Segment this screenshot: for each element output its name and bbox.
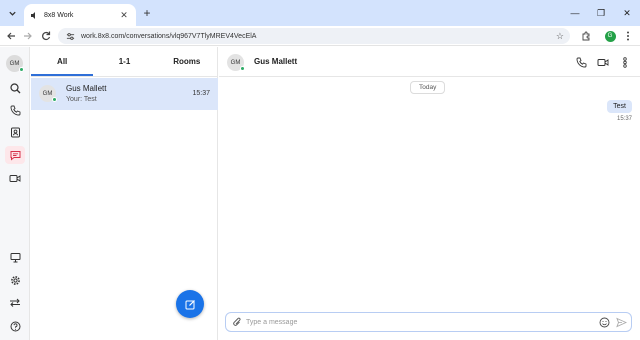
rail-messages[interactable]	[5, 146, 25, 164]
conversation-time: 15:37	[192, 90, 210, 97]
bookmark-star-icon[interactable]: ☆	[556, 31, 564, 42]
message-text: Test	[613, 103, 626, 110]
conversation-item[interactable]: GM Gus Mallett Your: Test 15:37	[31, 78, 218, 110]
rail-desktop-app[interactable]	[5, 248, 25, 266]
audio-icon	[30, 10, 38, 20]
close-tab-icon[interactable]: ✕	[118, 10, 130, 21]
video-icon	[597, 58, 609, 66]
user-avatar[interactable]: GM	[6, 55, 24, 72]
search-icon	[9, 82, 20, 93]
new-conversation-button[interactable]	[176, 290, 204, 318]
switch-icon	[10, 298, 20, 307]
puzzle-icon	[582, 31, 590, 41]
new-tab-button[interactable]: +	[140, 5, 154, 21]
chat-header: GM Gus Mallett	[219, 47, 640, 77]
url-text[interactable]: work.8x8.com/conversations/vlq967V7TlyMR…	[81, 33, 556, 40]
tab-one-to-one[interactable]: 1-1	[93, 47, 155, 76]
send-icon	[616, 317, 627, 328]
attach-button[interactable]	[230, 316, 243, 329]
presence-indicator	[19, 67, 24, 72]
more-vertical-icon	[627, 31, 629, 41]
contact-avatar[interactable]: GM	[227, 54, 245, 71]
send-button[interactable]	[615, 316, 628, 329]
conversation-preview: Your: Test	[66, 96, 97, 103]
rail-calls[interactable]	[5, 101, 25, 119]
rail-search[interactable]	[5, 79, 25, 97]
help-icon	[10, 321, 20, 331]
profile-avatar: G	[604, 30, 616, 42]
conversation-list-panel: All 1-1 Rooms GM Gus Mallett Your: Test …	[31, 47, 218, 340]
rail-switch[interactable]	[5, 293, 25, 311]
emoji-button[interactable]	[598, 316, 611, 329]
browser-toolbar: work.8x8.com/conversations/vlq967V7TlyMR…	[0, 26, 640, 46]
conversation-filter-tabs: All 1-1 Rooms	[31, 47, 218, 77]
close-window-button[interactable]: ✕	[614, 0, 640, 26]
phone-icon	[576, 57, 586, 67]
date-divider: Today	[410, 81, 446, 94]
presence-indicator	[240, 66, 245, 71]
gear-icon	[10, 275, 20, 285]
contact-avatar-initials: GM	[230, 59, 241, 66]
tab-search-button[interactable]	[4, 5, 20, 21]
reload-button[interactable]	[38, 28, 54, 44]
arrow-left-icon	[7, 32, 15, 40]
restore-button[interactable]: ❐	[588, 0, 614, 26]
minimize-icon: —	[570, 8, 580, 18]
close-icon: ✕	[623, 7, 631, 18]
browser-tab-bar: 8x8 Work ✕ + — ❐ ✕	[0, 0, 640, 26]
minimize-button[interactable]: —	[562, 0, 588, 26]
forward-button[interactable]	[20, 28, 36, 44]
call-button[interactable]	[574, 55, 588, 69]
presence-indicator	[52, 97, 57, 102]
message-composer	[225, 312, 632, 332]
tab-title: 8x8 Work	[44, 11, 74, 19]
contacts-icon	[10, 127, 20, 137]
back-button[interactable]	[3, 28, 19, 44]
site-info-icon[interactable]	[64, 30, 76, 42]
emoji-icon	[599, 317, 610, 328]
user-avatar-initials: GM	[9, 60, 20, 67]
more-options-button[interactable]	[618, 55, 632, 69]
app-8x8-work: GM All 1-1 Rooms GM Gus Mallett Your: Te…	[0, 47, 640, 340]
compose-icon	[185, 299, 195, 309]
chat-panel: GM Gus Mallett Today Test 15:37	[219, 47, 640, 340]
more-vertical-icon	[623, 56, 627, 68]
contact-name[interactable]: Gus Mallett	[254, 57, 297, 66]
browser-tab[interactable]: 8x8 Work ✕	[24, 4, 136, 26]
arrow-right-icon	[24, 32, 32, 40]
reload-icon	[42, 31, 51, 41]
profile-button[interactable]: G	[602, 28, 618, 44]
rail-settings[interactable]	[5, 271, 25, 289]
browser-menu-button[interactable]	[620, 28, 636, 44]
tab-all[interactable]: All	[31, 47, 94, 76]
nav-rail: GM	[0, 47, 30, 340]
plus-icon: +	[143, 6, 151, 20]
extensions-button[interactable]	[578, 28, 594, 44]
tab-rooms[interactable]: Rooms	[156, 47, 218, 76]
message-time: 15:37	[616, 116, 632, 122]
paperclip-icon	[232, 317, 240, 326]
rail-contacts[interactable]	[5, 123, 25, 141]
conversation-avatar-initials: GM	[42, 90, 53, 97]
rail-meetings[interactable]	[5, 169, 25, 187]
window-controls: — ❐ ✕	[562, 0, 640, 26]
chevron-down-icon	[8, 11, 16, 16]
restore-icon: ❐	[596, 7, 606, 18]
conversation-name: Gus Mallett	[66, 84, 107, 93]
desktop-icon	[10, 252, 20, 262]
video-icon	[9, 174, 21, 182]
conversation-avatar: GM	[39, 85, 57, 102]
message-bubble-outgoing[interactable]: Test	[607, 100, 632, 113]
message-input[interactable]	[246, 316, 596, 329]
chat-icon	[10, 150, 20, 161]
address-bar[interactable]: work.8x8.com/conversations/vlq967V7TlyMR…	[58, 28, 570, 44]
phone-icon	[10, 105, 20, 115]
rail-help[interactable]	[5, 317, 25, 335]
video-call-button[interactable]	[596, 55, 610, 69]
